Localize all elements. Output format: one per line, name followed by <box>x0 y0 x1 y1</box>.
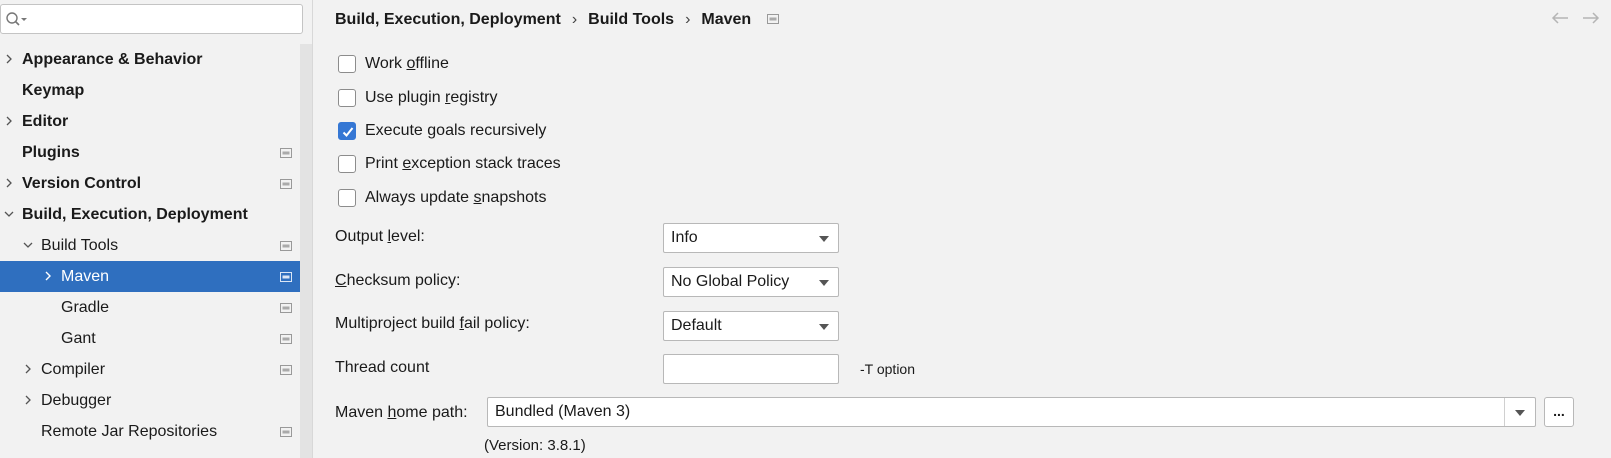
tree-item-label: Compiler <box>41 361 106 378</box>
breadcrumb-item-current: Maven <box>701 11 752 28</box>
tree-item-label: Version Control <box>22 175 142 192</box>
tree-item-label: Plugins <box>22 144 80 161</box>
search-field[interactable] <box>0 4 303 34</box>
chevron-right-icon[interactable] <box>4 178 14 188</box>
tree-item-label: Gradle <box>61 299 110 316</box>
tree-item-debugger[interactable]: Debugger <box>0 385 300 416</box>
dropdown-arrow-icon[interactable] <box>1514 409 1526 417</box>
execute-goals-recursively-option[interactable]: Execute goals recursively <box>338 119 546 143</box>
execute-goals-recursively-checkbox[interactable] <box>338 122 356 140</box>
breadcrumb: Build, Execution, Deployment › Build Tools… <box>335 8 780 32</box>
work-offline-option[interactable]: Work offline <box>338 52 449 76</box>
settings-tree: Appearance & Behavior Keymap Editor Plug… <box>0 44 300 447</box>
dropdown-arrow-icon[interactable] <box>818 323 830 331</box>
output-level-value: Info <box>671 229 698 246</box>
tree-item-remote-jar-repositories[interactable]: Remote Jar Repositories <box>0 416 300 447</box>
project-settings-icon <box>280 179 292 189</box>
maven-home-path-label: Maven home path: <box>335 404 468 421</box>
print-exception-stack-traces-label: Print exception stack traces <box>365 155 561 172</box>
chevron-right-icon[interactable] <box>23 395 33 405</box>
dropdown-arrow-icon[interactable] <box>818 279 830 287</box>
chevron-down-icon[interactable] <box>23 240 33 250</box>
tree-item-label: Editor <box>22 113 69 130</box>
project-settings-icon <box>280 303 292 313</box>
tree-item-build-execution-deployment[interactable]: Build, Execution, Deployment <box>0 199 300 230</box>
project-settings-icon <box>280 427 292 437</box>
checksum-policy-label: Checksum policy: <box>335 272 461 289</box>
fail-policy-label: Multiproject build fail policy: <box>335 315 530 332</box>
chevron-right-icon[interactable] <box>23 364 33 374</box>
tree-item-label: Remote Jar Repositories <box>41 423 218 440</box>
tree-item-keymap[interactable]: Keymap <box>0 75 300 106</box>
project-settings-icon <box>280 365 292 375</box>
output-level-label: Output level: <box>335 228 425 245</box>
tree-item-label: Debugger <box>41 392 112 409</box>
search-icon[interactable] <box>5 11 29 29</box>
chevron-right-icon[interactable] <box>4 54 14 64</box>
use-plugin-registry-label: Use plugin registry <box>365 89 498 106</box>
maven-version-text: (Version: 3.8.1) <box>484 437 586 454</box>
output-level-select[interactable]: Info <box>663 223 839 253</box>
checksum-policy-value: No Global Policy <box>671 273 790 290</box>
tree-item-label: Appearance & Behavior <box>22 51 203 68</box>
tree-item-build-tools[interactable]: Build Tools <box>0 230 300 261</box>
tree-item-gradle[interactable]: Gradle <box>0 292 300 323</box>
thread-count-hint: -T option <box>860 361 915 377</box>
breadcrumb-separator: › <box>685 11 691 28</box>
always-update-snapshots-label: Always update snapshots <box>365 189 547 206</box>
project-settings-icon <box>767 13 780 24</box>
thread-count-input[interactable] <box>663 354 839 384</box>
fail-policy-value: Default <box>671 317 722 334</box>
thread-count-label: Thread count <box>335 359 430 376</box>
maven-home-path-select[interactable]: Bundled (Maven 3) <box>487 397 1536 427</box>
project-settings-icon <box>280 272 292 282</box>
work-offline-label: Work offline <box>365 55 449 72</box>
always-update-snapshots-checkbox[interactable] <box>338 189 356 207</box>
tree-item-label: Build, Execution, Deployment <box>22 206 248 223</box>
execute-goals-recursively-label: Execute goals recursively <box>365 122 547 139</box>
use-plugin-registry-option[interactable]: Use plugin registry <box>338 86 498 110</box>
checksum-policy-select[interactable]: No Global Policy <box>663 267 839 297</box>
tree-item-gant[interactable]: Gant <box>0 323 300 354</box>
browse-button[interactable]: ... <box>1544 397 1574 427</box>
tree-item-label: Keymap <box>22 82 85 99</box>
back-arrow-icon[interactable] <box>1550 10 1570 26</box>
chevron-right-icon[interactable] <box>43 271 53 281</box>
search-input[interactable] <box>31 9 296 31</box>
tree-item-label: Build Tools <box>41 237 119 254</box>
forward-arrow-icon[interactable] <box>1581 10 1601 26</box>
tree-item-compiler[interactable]: Compiler <box>0 354 300 385</box>
checkmark-icon <box>342 127 354 137</box>
tree-item-maven[interactable]: Maven <box>0 261 300 292</box>
dropdown-divider <box>1504 398 1505 426</box>
always-update-snapshots-option[interactable]: Always update snapshots <box>338 186 546 210</box>
tree-item-label: Gant <box>61 330 96 347</box>
dropdown-arrow-icon[interactable] <box>818 235 830 243</box>
chevron-right-icon[interactable] <box>4 116 14 126</box>
tree-item-appearance-behavior[interactable]: Appearance & Behavior <box>0 44 300 75</box>
project-settings-icon <box>280 241 292 251</box>
breadcrumb-item[interactable]: Build Tools <box>588 11 674 28</box>
fail-policy-select[interactable]: Default <box>663 311 839 341</box>
breadcrumb-item[interactable]: Build, Execution, Deployment <box>335 11 561 28</box>
maven-settings-panel: Build, Execution, Deployment › Build Tools… <box>313 0 1611 458</box>
sidebar-scrollbar[interactable] <box>300 44 312 458</box>
print-exception-stack-traces-option[interactable]: Print exception stack traces <box>338 152 561 176</box>
tree-item-plugins[interactable]: Plugins <box>0 137 300 168</box>
tree-item-editor[interactable]: Editor <box>0 106 300 137</box>
tree-item-label: Maven <box>61 268 110 285</box>
project-settings-icon <box>280 334 292 344</box>
project-settings-icon <box>280 148 292 158</box>
tree-item-version-control[interactable]: Version Control <box>0 168 300 199</box>
chevron-down-icon[interactable] <box>4 209 14 219</box>
print-exception-stack-traces-checkbox[interactable] <box>338 155 356 173</box>
breadcrumb-separator: › <box>571 11 578 28</box>
maven-home-path-value: Bundled (Maven 3) <box>495 403 631 420</box>
work-offline-checkbox[interactable] <box>338 55 356 73</box>
settings-sidebar: Appearance & Behavior Keymap Editor Plug… <box>0 0 313 458</box>
use-plugin-registry-checkbox[interactable] <box>338 89 356 107</box>
